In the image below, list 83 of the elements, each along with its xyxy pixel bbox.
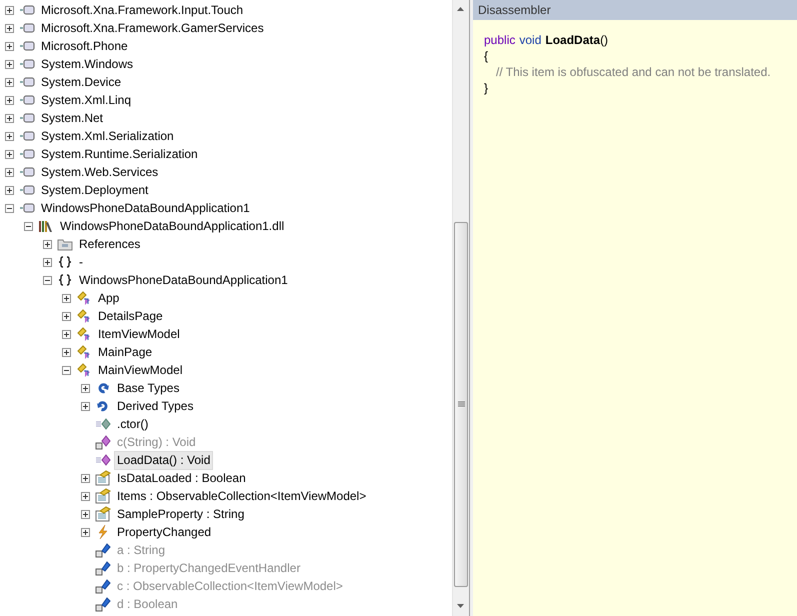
collapse-icon[interactable] xyxy=(43,276,52,284)
tree-item[interactable]: System.Xml.Linq xyxy=(38,90,134,110)
expand-icon[interactable] xyxy=(81,492,90,500)
expand-icon[interactable] xyxy=(62,312,71,320)
tree-item[interactable]: Derived Types xyxy=(114,396,196,416)
tree-item[interactable]: Microsoft.Xna.Framework.Input.Touch xyxy=(38,0,246,20)
expand-icon[interactable] xyxy=(5,78,14,86)
property-icon xyxy=(95,488,111,504)
expand-icon[interactable] xyxy=(5,132,14,140)
method-icon xyxy=(95,416,111,432)
class-icon xyxy=(76,344,92,360)
property-icon xyxy=(95,470,111,486)
braces-icon xyxy=(57,254,73,270)
tree-item[interactable]: Microsoft.Xna.Framework.GamerServices xyxy=(38,18,267,38)
collapse-icon[interactable] xyxy=(62,366,71,374)
locked-field-icon xyxy=(95,578,111,594)
tree-item[interactable]: System.Deployment xyxy=(38,180,152,200)
class-icon xyxy=(76,308,92,324)
expand-icon[interactable] xyxy=(81,474,90,482)
locked-field-icon xyxy=(95,596,111,612)
expand-icon[interactable] xyxy=(5,186,14,194)
expand-icon[interactable] xyxy=(5,6,14,14)
scrollbar[interactable] xyxy=(452,0,469,616)
tree-item[interactable]: References xyxy=(76,234,144,254)
tree-item[interactable]: DetailsPage xyxy=(95,306,166,326)
scroll-thumb[interactable] xyxy=(454,222,468,587)
scroll-up-icon[interactable] xyxy=(457,7,464,11)
tree-item[interactable]: SampleProperty : String xyxy=(114,504,248,524)
tree-item[interactable]: System.Windows xyxy=(38,54,136,74)
expand-icon[interactable] xyxy=(5,60,14,68)
collapse-icon[interactable] xyxy=(5,204,14,212)
expand-icon[interactable] xyxy=(62,294,71,302)
tree-item[interactable]: ItemViewModel xyxy=(95,324,183,344)
tree-item[interactable]: WindowsPhoneDataBoundApplication1 xyxy=(76,270,291,290)
tree-item[interactable]: Items : ObservableCollection<ItemViewModel> xyxy=(114,486,370,506)
class-icon xyxy=(76,290,92,306)
expand-icon[interactable] xyxy=(5,114,14,122)
class-icon xyxy=(76,326,92,342)
tree-item[interactable]: System.Device xyxy=(38,72,124,92)
expand-icon[interactable] xyxy=(5,96,14,104)
locked-field-icon xyxy=(95,560,111,576)
expand-icon[interactable] xyxy=(81,510,90,518)
tree-item[interactable]: System.Net xyxy=(38,108,106,128)
locked-field-icon xyxy=(95,542,111,558)
expand-icon[interactable] xyxy=(81,402,90,410)
tree-item[interactable]: - xyxy=(76,252,86,272)
expand-icon[interactable] xyxy=(81,528,90,536)
expand-icon[interactable] xyxy=(81,384,90,392)
collapse-icon[interactable] xyxy=(24,222,33,230)
tree-item[interactable]: WindowsPhoneDataBoundApplication1.dll xyxy=(57,216,288,236)
panel-title: Disassembler xyxy=(473,0,797,20)
braces-icon xyxy=(57,272,73,288)
expand-icon[interactable] xyxy=(5,150,14,158)
expand-icon[interactable] xyxy=(43,258,52,266)
tree-item[interactable]: MainPage xyxy=(95,342,156,362)
expand-icon[interactable] xyxy=(5,42,14,50)
scroll-down-icon[interactable] xyxy=(457,604,464,608)
expand-icon[interactable] xyxy=(62,348,71,356)
code-line: { xyxy=(484,48,490,64)
expand-icon[interactable] xyxy=(62,330,71,338)
tree-item[interactable]: .ctor() xyxy=(114,414,152,434)
class-icon xyxy=(76,362,92,378)
tree-item[interactable]: PropertyChanged xyxy=(114,522,214,542)
property-icon xyxy=(95,506,111,522)
expand-icon[interactable] xyxy=(43,240,52,248)
tree-item[interactable]: MainViewModel xyxy=(95,360,186,380)
tree-item[interactable]: App xyxy=(95,288,122,308)
expand-icon[interactable] xyxy=(5,24,14,32)
tree-item[interactable]: System.Web.Services xyxy=(38,162,162,182)
code-line: public void LoadData() xyxy=(484,32,610,48)
books-icon xyxy=(38,218,54,234)
expand-icon[interactable] xyxy=(5,168,14,176)
tree-item[interactable]: IsDataLoaded : Boolean xyxy=(114,468,249,488)
code-line: // This item is obfuscated and can not be translated. xyxy=(495,64,772,80)
tree-item[interactable]: Microsoft.Phone xyxy=(38,36,131,56)
method-icon xyxy=(95,452,111,468)
code-line: } xyxy=(484,80,490,96)
tree-item[interactable]: LoadData() : Void xyxy=(114,450,214,470)
tree-item[interactable]: WindowsPhoneDataBoundApplication1 xyxy=(38,198,253,218)
tree-item[interactable]: System.Xml.Serialization xyxy=(38,126,177,146)
tree-item[interactable]: System.Runtime.Serialization xyxy=(38,144,201,164)
locked-method-icon xyxy=(95,434,111,450)
tree-item[interactable]: Base Types xyxy=(114,378,182,398)
